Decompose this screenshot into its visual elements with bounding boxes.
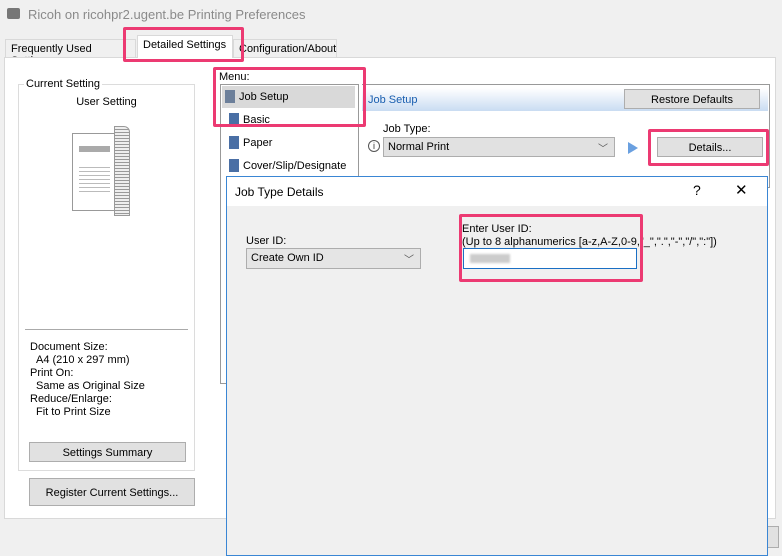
play-arrow-icon — [628, 142, 638, 154]
menu-item-label: Cover/Slip/Designate — [243, 160, 347, 172]
user-id-value: Create Own ID — [251, 252, 324, 264]
close-button[interactable]: ✕ — [735, 181, 748, 199]
restore-defaults-button[interactable]: Restore Defaults — [624, 89, 760, 109]
print-on-value: Same as Original Size — [36, 380, 145, 392]
menu-item-label: Paper — [243, 137, 273, 149]
document-size-label: Document Size: — [30, 341, 108, 353]
page-curl-icon — [114, 126, 130, 216]
job-type-label: Job Type: — [383, 123, 431, 135]
menu-item-cover[interactable]: Cover/Slip/Designate — [226, 155, 360, 177]
settings-summary-button[interactable]: Settings Summary — [29, 442, 186, 462]
highlight-user-id — [459, 214, 643, 282]
user-id-label: User ID: — [246, 235, 287, 247]
menu-item-paper[interactable]: Paper — [226, 132, 360, 154]
highlight-details — [648, 129, 769, 166]
setting-name: User Setting — [76, 96, 137, 108]
dialog-title: Job Type Details — [235, 185, 324, 199]
tab-frequently-used[interactable]: Frequently Used Settings — [5, 39, 136, 67]
job-type-value: Normal Print — [388, 141, 450, 153]
reduce-enlarge-label: Reduce/Enlarge: — [30, 393, 112, 405]
document-preview-icon — [72, 133, 117, 211]
paper-icon — [229, 136, 239, 149]
register-settings-button[interactable]: Register Current Settings... — [29, 478, 195, 506]
print-on-label: Print On: — [30, 367, 74, 379]
divider — [25, 329, 188, 330]
chevron-down-icon: ﹀ — [598, 144, 608, 155]
job-setup-header-label: Job Setup — [368, 94, 418, 106]
highlight-tab — [123, 27, 244, 62]
reduce-enlarge-value: Fit to Print Size — [36, 406, 111, 418]
current-setting-label: Current Setting — [24, 78, 102, 90]
tab-configuration[interactable]: Configuration/About — [233, 39, 337, 58]
setting-details: Document Size: A4 (210 x 297 mm) Print O… — [30, 341, 145, 419]
printer-icon — [7, 8, 20, 19]
dialog-titlebar: Job Type Details ? ✕ — [227, 177, 767, 206]
document-size-value: A4 (210 x 297 mm) — [36, 354, 130, 366]
cover-icon — [229, 159, 239, 172]
info-icon: i — [368, 140, 380, 152]
help-button[interactable]: ? — [693, 182, 701, 198]
job-type-select[interactable]: Normal Print ﹀ — [383, 137, 615, 157]
user-id-select[interactable]: Create Own ID ﹀ — [246, 248, 421, 269]
window-title: Ricoh on ricohpr2.ugent.be Printing Pref… — [28, 7, 306, 22]
chevron-down-icon: ﹀ — [404, 255, 414, 266]
highlight-menu — [213, 67, 366, 127]
